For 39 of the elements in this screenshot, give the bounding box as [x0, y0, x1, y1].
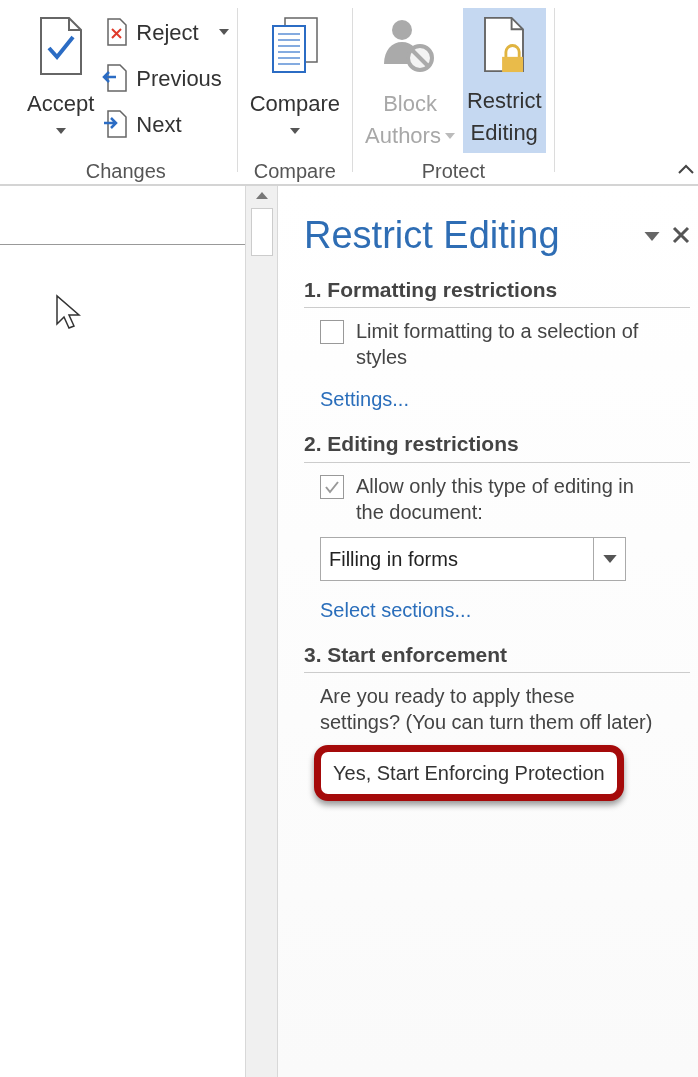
enforce-protection-button[interactable]: Yes, Start Enforcing Protection: [314, 745, 624, 801]
ribbon-button[interactable]: Reject: [102, 12, 229, 52]
caret-icon: [444, 133, 455, 139]
ribbon-button[interactable]: Previous: [102, 58, 229, 98]
caret-icon: [55, 128, 66, 134]
document-right-arrow-icon: [102, 109, 129, 139]
close-icon[interactable]: [672, 226, 690, 244]
checkbox-label: Allow only this type of editing in the document:: [356, 473, 635, 525]
pane-options-icon: [644, 232, 660, 241]
section-heading: 1. Formatting restrictions: [304, 273, 690, 308]
group-label: Changes: [84, 159, 167, 181]
pane-title: Restrict Editing: [304, 213, 561, 258]
scroll-thumb[interactable]: [250, 208, 273, 256]
ribbon-button[interactable]: Next: [102, 104, 229, 144]
editing-type-dropdown[interactable]: Filling in forms: [320, 536, 626, 581]
group-label: Compare: [252, 159, 337, 181]
caret-icon: [218, 29, 229, 35]
link[interactable]: Select sections...: [320, 594, 666, 625]
ribbon-button[interactable]: Restrict Editing: [462, 8, 546, 153]
checkbox[interactable]: [320, 320, 344, 344]
section-heading: 2. Editing restrictions: [304, 428, 690, 463]
link[interactable]: Settings...: [320, 384, 666, 414]
section-heading: 3. Start enforcement: [304, 638, 690, 673]
ribbon-button[interactable]: Compare: [245, 8, 345, 153]
ribbon-button[interactable]: Accept: [23, 8, 99, 153]
dropdown-caret-icon: [602, 554, 617, 563]
caret-icon: [289, 128, 300, 134]
document-lock-icon: [482, 16, 527, 73]
document-left-arrow-icon: [102, 63, 129, 93]
scroll-up-icon[interactable]: [254, 190, 269, 200]
collapse-ribbon-icon[interactable]: [678, 164, 694, 174]
enforcement-prompt: Are you ready to apply these settings? (You can turn them off later): [320, 684, 654, 735]
document-check-icon: [38, 16, 83, 76]
mouse-cursor-icon: [55, 294, 81, 330]
checkbox-label: Limit formatting to a selection of styles: [356, 319, 640, 370]
checkmark-icon: [324, 479, 340, 494]
checkbox[interactable]: [320, 474, 344, 499]
scrollbar[interactable]: [245, 186, 278, 1077]
group-label: Protect: [420, 159, 486, 181]
